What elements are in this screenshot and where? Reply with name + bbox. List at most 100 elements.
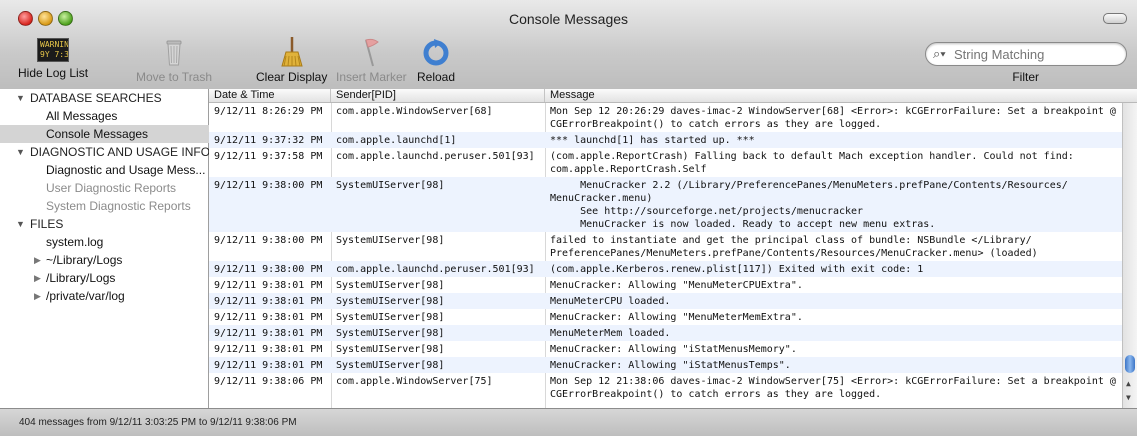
message-cell: MenuCracker: Allowing "MenuMeterMemExtra… (550, 312, 803, 323)
date-cell: 9/12/11 9:38:00 PM (214, 235, 323, 246)
search-icon: ⌕▾ (933, 46, 946, 61)
date-cell: 9/12/11 9:38:01 PM (214, 344, 323, 355)
reload-icon (418, 36, 454, 68)
message-cell: Mon Sep 12 21:38:06 daves-imac-2 WindowS… (550, 376, 1116, 400)
message-cell: MenuCracker: Allowing "iStatMenusTemps". (550, 360, 791, 371)
toolbar: Console Messages WARNIN 9Y 7:36 Hide Log… (0, 0, 1137, 90)
scroll-down-arrow-icon[interactable]: ▼ (1126, 393, 1131, 402)
table-row[interactable]: 9/12/11 8:26:29 PM com.apple.WindowServer… (209, 103, 1122, 132)
console-window: Console Messages WARNIN 9Y 7:36 Hide Log… (0, 0, 1137, 436)
move-to-trash-button[interactable]: Move to Trash (136, 36, 212, 84)
trash-icon (156, 36, 192, 68)
sidebar-item-label: Console Messages (46, 127, 149, 141)
clear-display-button[interactable]: Clear Display (256, 36, 327, 84)
section-diagnostic-usage[interactable]: ▼ DIAGNOSTIC AND USAGE INFO... (0, 143, 238, 161)
sender-cell: SystemUIServer[98] (336, 328, 445, 339)
table-row[interactable]: 9/12/11 9:38:01 PM SystemUIServer[98] Menu… (209, 277, 1122, 293)
move-to-trash-label: Move to Trash (136, 70, 213, 84)
disclosure-triangle-icon[interactable]: ▶ (34, 287, 41, 305)
table-row[interactable]: 9/12/11 9:38:01 PM SystemUIServer[98] Menu… (209, 357, 1122, 373)
message-count-status: 404 messages from 9/12/11 3:03:25 PM to … (19, 417, 297, 428)
date-cell: 9/12/11 9:38:01 PM (214, 328, 323, 339)
table-row[interactable]: 9/12/11 9:37:58 PM com.apple.launchd.peru… (209, 148, 1122, 177)
scroll-up-arrow-icon[interactable]: ▲ (1126, 379, 1131, 388)
message-cell: *** launchd[1] has started up. *** (550, 135, 755, 146)
date-cell: 9/12/11 9:38:01 PM (214, 280, 323, 291)
disclosure-triangle-icon[interactable]: ▼ (16, 89, 25, 107)
toolbar-toggle-button[interactable] (1103, 13, 1127, 24)
table-row[interactable]: 9/12/11 9:38:01 PM SystemUIServer[98] Menu… (209, 325, 1122, 341)
insert-marker-button[interactable]: Insert Marker (336, 36, 407, 84)
message-cell: MenuCracker 2.2 (/Library/PreferencePane… (550, 180, 1068, 230)
scroll-thumb[interactable] (1125, 355, 1135, 373)
date-cell: 9/12/11 9:38:06 PM (214, 376, 323, 387)
date-cell: 9/12/11 9:38:01 PM (214, 296, 323, 307)
message-cell: MenuCracker: Allowing "iStatMenusMemory"… (550, 344, 797, 355)
table-row[interactable]: 9/12/11 9:38:01 PM SystemUIServer[98] Menu… (209, 309, 1122, 325)
table-row[interactable]: 9/12/11 9:38:00 PM com.apple.launchd.peru… (209, 261, 1122, 277)
disclosure-triangle-icon[interactable]: ▶ (34, 269, 41, 287)
section-files[interactable]: ▼ FILES (0, 215, 238, 233)
sidebar-item-label: system.log (46, 235, 104, 249)
sender-cell: com.apple.WindowServer[68] (336, 106, 493, 117)
filter-label: Filter (1012, 70, 1039, 84)
disclosure-triangle-icon[interactable]: ▼ (16, 215, 25, 233)
search-field[interactable]: ⌕▾ (925, 42, 1127, 66)
reload-button[interactable]: Reload (417, 36, 455, 84)
hide-log-list-button[interactable]: WARNIN 9Y 7:36 Hide Log List (18, 36, 88, 80)
table-row[interactable]: 9/12/11 9:38:06 PM com.apple.WindowServer… (209, 373, 1122, 402)
message-cell: failed to instantiate and get the princi… (550, 235, 1038, 259)
message-cell: (com.apple.Kerberos.renew.plist[117]) Ex… (550, 264, 924, 275)
column-header-message[interactable]: Message (545, 89, 1137, 102)
sender-cell: SystemUIServer[98] (336, 312, 445, 323)
disclosure-triangle-icon[interactable]: ▶ (34, 251, 41, 269)
sidebar-item-label: Diagnostic and Usage Mess... (46, 163, 206, 177)
table-row[interactable]: 9/12/11 9:38:00 PM SystemUIServer[98] fail… (209, 232, 1122, 261)
column-header-date[interactable]: Date & Time (209, 89, 331, 102)
flag-icon (353, 36, 389, 68)
sidebar-item-label: ~/Library/Logs (46, 253, 123, 267)
clear-display-label: Clear Display (256, 70, 328, 84)
date-cell: 9/12/11 9:37:58 PM (214, 151, 323, 162)
sidebar-item-label: /Library/Logs (46, 271, 116, 285)
table-row[interactable]: 9/12/11 9:37:32 PM com.apple.launchd[1] **… (209, 132, 1122, 148)
table-header: Date & Time Sender[PID] Message (209, 89, 1137, 103)
sender-cell: SystemUIServer[98] (336, 296, 445, 307)
section-label: DIAGNOSTIC AND USAGE INFO... (30, 145, 221, 159)
broom-icon (274, 36, 310, 68)
section-label: FILES (30, 217, 64, 231)
sender-cell: com.apple.launchd.peruser.501[93] (336, 151, 535, 162)
date-cell: 9/12/11 9:38:00 PM (214, 180, 323, 191)
sender-cell: com.apple.WindowServer[75] (336, 376, 493, 387)
sender-cell: SystemUIServer[98] (336, 344, 445, 355)
section-database-searches[interactable]: ▼ DATABASE SEARCHES (0, 89, 238, 107)
hide-log-list-label: Hide Log List (18, 66, 89, 80)
sidebar-item-label: System Diagnostic Reports (46, 199, 191, 213)
sender-cell: SystemUIServer[98] (336, 280, 445, 291)
date-cell: 9/12/11 9:37:32 PM (214, 135, 323, 146)
vertical-scrollbar[interactable]: ▲ ▼ (1122, 103, 1137, 408)
date-cell: 9/12/11 9:38:01 PM (214, 312, 323, 323)
message-cell: (com.apple.ReportCrash) Falling back to … (550, 151, 1074, 175)
warning-log-icon: WARNIN 9Y 7:36 (37, 38, 70, 62)
table-row[interactable]: 9/12/11 9:38:00 PM SystemUIServer[98] Men… (209, 177, 1122, 232)
message-cell: MenuMeterMem loaded. (550, 328, 671, 339)
sidebar-item-label: /private/var/log (46, 289, 125, 303)
sidebar-item-label: User Diagnostic Reports (46, 181, 177, 195)
message-cell: MenuMeterCPU loaded. (550, 296, 671, 307)
sender-cell: SystemUIServer[98] (336, 235, 445, 246)
date-cell: 9/12/11 9:38:00 PM (214, 264, 323, 275)
log-list-sidebar: ▼ DATABASE SEARCHES All Messages Console… (0, 89, 254, 408)
sender-cell: com.apple.launchd[1] (336, 135, 457, 146)
table-row[interactable]: 9/12/11 9:38:01 PM SystemUIServer[98] Menu… (209, 293, 1122, 309)
sender-cell: SystemUIServer[98] (336, 360, 445, 371)
section-label: DATABASE SEARCHES (30, 91, 162, 105)
table-row[interactable]: 9/12/11 9:38:01 PM SystemUIServer[98] Menu… (209, 341, 1122, 357)
search-input[interactable] (952, 45, 1116, 63)
disclosure-triangle-icon[interactable]: ▼ (16, 143, 25, 161)
date-cell: 9/12/11 9:38:01 PM (214, 360, 323, 371)
sender-cell: com.apple.launchd.peruser.501[93] (336, 264, 535, 275)
sidebar-item-label: All Messages (46, 109, 118, 123)
message-cell: MenuCracker: Allowing "MenuMeterCPUExtra… (550, 280, 803, 291)
column-header-sender[interactable]: Sender[PID] (331, 89, 545, 102)
